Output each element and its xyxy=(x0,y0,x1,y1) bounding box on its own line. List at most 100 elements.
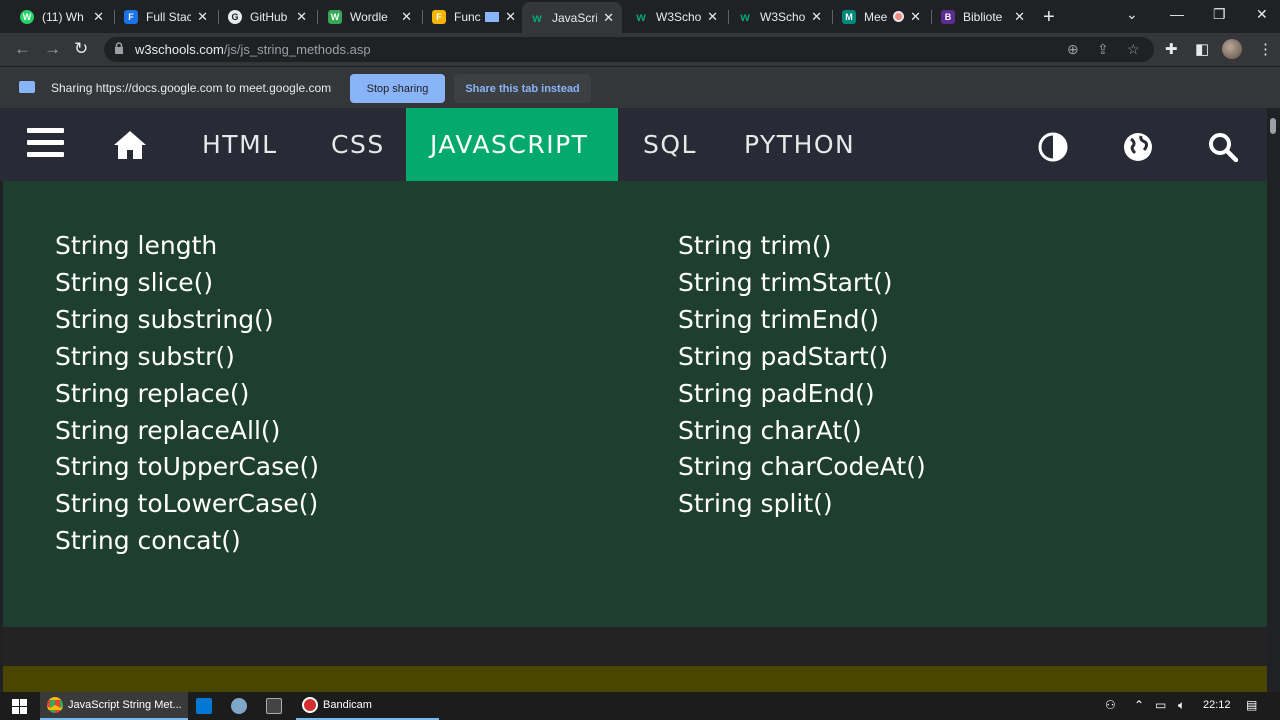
back-icon[interactable]: ← xyxy=(14,39,31,59)
sheets-icon: W xyxy=(328,9,342,24)
methods-list-left: String length String slice() String subs… xyxy=(55,228,319,560)
method-link[interactable]: String length xyxy=(55,228,319,265)
method-link[interactable]: String trim() xyxy=(678,228,926,265)
method-link[interactable]: String toLowerCase() xyxy=(55,486,319,523)
method-link[interactable]: String replace() xyxy=(55,376,319,413)
page-section-dark xyxy=(3,627,1267,666)
method-link[interactable]: String substr() xyxy=(55,339,319,376)
maximize-icon[interactable]: ❐ xyxy=(1213,6,1226,23)
github-icon: G xyxy=(228,9,242,24)
w3schools-top-nav: HTML CSS JAVASCRIPT SQL PYTHON xyxy=(0,108,1267,181)
volume-icon[interactable]: 🔈︎ xyxy=(1178,698,1185,713)
method-link[interactable]: String trimStart() xyxy=(678,265,926,302)
method-link[interactable]: String concat() xyxy=(55,523,319,560)
close-icon[interactable]: ✕ xyxy=(296,9,307,25)
reload-icon[interactable]: ↻ xyxy=(74,39,88,59)
home-icon[interactable] xyxy=(113,130,147,160)
close-icon[interactable]: ✕ xyxy=(1014,9,1025,25)
method-link[interactable]: String replaceAll() xyxy=(55,413,319,450)
bandicam-icon xyxy=(302,697,318,713)
nav-link-html[interactable]: HTML xyxy=(202,108,278,181)
windows-start-icon[interactable] xyxy=(12,699,27,714)
address-bar[interactable]: w3schools.com/js/js_string_methods.asp ⊕… xyxy=(104,37,1154,62)
w3schools-icon: w xyxy=(532,10,542,25)
search-icon[interactable] xyxy=(1208,132,1238,162)
scrollbar-thumb[interactable] xyxy=(1270,118,1276,134)
tab-javascript[interactable]: w JavaScrip✕ xyxy=(522,2,622,33)
tab-meet[interactable]: M Mee ✕ xyxy=(834,4,929,29)
extensions-icon[interactable]: ✚ xyxy=(1165,40,1178,58)
network-icon[interactable]: ▭ xyxy=(1155,698,1166,712)
chrome-icon xyxy=(47,697,63,713)
method-link[interactable]: String trimEnd() xyxy=(678,302,926,339)
tab-w3schools-2[interactable]: w W3Scho ✕ xyxy=(730,4,830,29)
forward-icon[interactable]: → xyxy=(44,39,61,59)
meet-icon: M xyxy=(842,9,856,24)
close-icon[interactable]: ✕ xyxy=(505,9,516,25)
close-icon[interactable]: ✕ xyxy=(910,9,921,25)
close-icon[interactable]: ✕ xyxy=(707,9,718,25)
classroom-icon: F xyxy=(124,9,138,24)
side-panel-icon[interactable]: ◧ xyxy=(1195,40,1209,58)
notifications-icon[interactable]: ▤ xyxy=(1246,698,1257,712)
tab-w3schools-1[interactable]: w W3Schoo✕ xyxy=(626,4,726,29)
zoom-icon[interactable]: ⊕ xyxy=(1067,41,1079,58)
close-icon[interactable]: ✕ xyxy=(401,9,412,25)
globe-icon[interactable] xyxy=(1123,132,1153,162)
taskbar-chrome[interactable]: JavaScript String Met... xyxy=(40,692,188,720)
whatsapp-icon: W xyxy=(20,9,34,24)
method-link[interactable]: String padStart() xyxy=(678,339,926,376)
share-this-tab-button[interactable]: Share this tab instead xyxy=(454,74,591,103)
method-link[interactable]: String substring() xyxy=(55,302,319,339)
tab-github[interactable]: G GitHub ✕ xyxy=(220,4,315,29)
new-tab-icon[interactable]: + xyxy=(1043,6,1055,29)
share-icon[interactable]: ⇪ xyxy=(1097,41,1109,58)
taskbar-terminal[interactable] xyxy=(266,692,290,720)
method-link[interactable]: String charCodeAt() xyxy=(678,449,926,486)
nav-link-python[interactable]: PYTHON xyxy=(744,108,855,181)
tab-func[interactable]: F Func ✕ xyxy=(424,4,524,29)
scrollbar[interactable] xyxy=(1267,108,1280,692)
method-link[interactable]: String padEnd() xyxy=(678,376,926,413)
dark-mode-toggle-icon[interactable] xyxy=(1038,132,1068,162)
tab-wordle[interactable]: W Wordle ✕ xyxy=(320,4,420,29)
w3schools-icon: w xyxy=(636,9,646,24)
lock-icon xyxy=(115,42,123,54)
close-icon[interactable]: ✕ xyxy=(93,9,104,25)
tray-chevron-icon[interactable]: ⌃ xyxy=(1134,698,1144,712)
taskbar-bandicam[interactable]: Bandicam xyxy=(296,692,439,720)
close-window-icon[interactable]: ✕ xyxy=(1256,6,1268,23)
tab-full-stack[interactable]: F Full Stac ✕ xyxy=(116,4,216,29)
close-icon[interactable]: ✕ xyxy=(197,9,208,25)
nav-link-css[interactable]: CSS xyxy=(331,108,385,181)
methods-list-right: String trim() String trimStart() String … xyxy=(678,228,926,523)
browser-toolbar: ← → ↻ w3schools.com/js/js_string_methods… xyxy=(0,33,1280,66)
url-text[interactable]: w3schools.com/js/js_string_methods.asp xyxy=(135,42,371,57)
tab-whatsapp[interactable]: W (11) Wh ✕ xyxy=(12,4,112,29)
people-icon[interactable]: ⚇ xyxy=(1105,698,1116,712)
more-menu-icon[interactable]: ⋮ xyxy=(1258,40,1273,58)
method-link[interactable]: String split() xyxy=(678,486,926,523)
w3schools-icon: w xyxy=(740,9,750,24)
close-icon[interactable]: ✕ xyxy=(811,9,822,25)
sharing-message: Sharing https://docs.google.com to meet.… xyxy=(51,81,332,95)
tab-biblioteca[interactable]: B Bibliote ✕ xyxy=(933,4,1033,29)
tab-search-chevron-icon[interactable]: ⌄ xyxy=(1126,6,1138,23)
minimize-icon[interactable]: — xyxy=(1170,6,1184,22)
page-section-olive xyxy=(3,666,1267,692)
bookmark-star-icon[interactable]: ☆ xyxy=(1127,41,1140,58)
nav-link-sql[interactable]: SQL xyxy=(643,108,697,181)
windows-taskbar: JavaScript String Met... Bandicam ⚇ ⌃ ▭ … xyxy=(0,692,1280,720)
screen-share-icon xyxy=(485,11,500,22)
hamburger-menu-icon[interactable] xyxy=(27,128,64,160)
close-icon[interactable]: ✕ xyxy=(603,10,614,26)
method-link[interactable]: String charAt() xyxy=(678,413,926,450)
clock[interactable]: 22:12 xyxy=(1203,699,1231,711)
stop-sharing-button[interactable]: Stop sharing xyxy=(350,74,445,103)
method-link[interactable]: String slice() xyxy=(55,265,319,302)
taskbar-outlook[interactable] xyxy=(196,692,220,720)
taskbar-app[interactable] xyxy=(231,692,255,720)
nav-link-javascript[interactable]: JAVASCRIPT xyxy=(406,108,618,181)
avatar[interactable] xyxy=(1222,39,1242,59)
method-link[interactable]: String toUpperCase() xyxy=(55,449,319,486)
